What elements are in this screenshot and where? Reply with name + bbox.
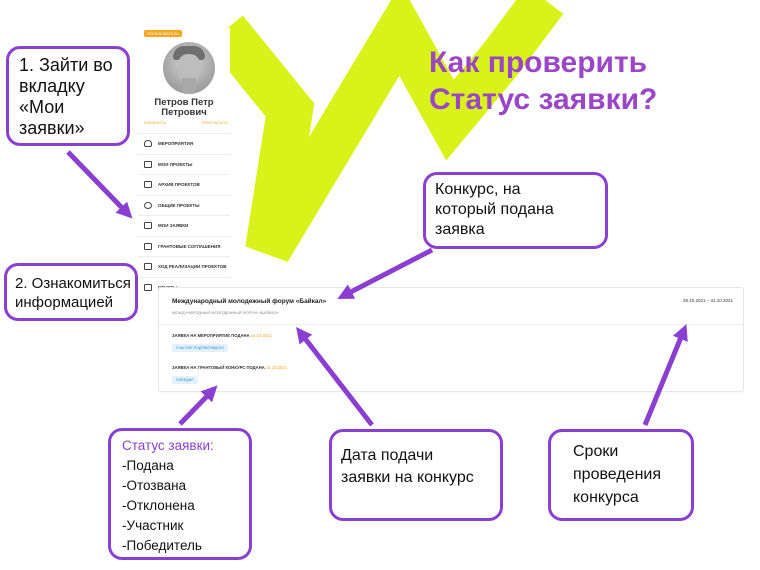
grant-application-row: ЗАЯВКА НА ГРАНТОВЫЙ КОНКУРС ПОДАНА 15.10… [172,365,287,370]
edit-profile-link[interactable]: ИЗМЕНИТЬ [144,120,166,125]
sidebar-item-my-applications[interactable]: МОИ ЗАЯВКИ [138,215,230,236]
users-icon [144,201,152,209]
card-divider [159,324,743,325]
grant-application-date: 15.10.2021 [265,365,287,370]
sidebar-item-my-projects[interactable]: МОИ ПРОЕКТЫ [138,153,230,175]
progress-icon [144,263,152,271]
page-title: Как проверить Статус заявки? [429,44,657,118]
arrow-step-1 [66,150,133,219]
profile-sidebar: ПОЛЬЗОВАТЕЛЬ Петров Петр Петрович ИЗМЕНИ… [138,28,230,291]
event-subtitle: МЕЖДУНАРОДНЫЙ МОЛОДЕЖНЫЙ ФОРУМ «БАЙКАЛ» [172,310,279,315]
callout-step-1-text: 1. Зайти во вкладку «Мои заявки» [19,55,113,138]
status-badge-confirmed: УЧАСТИЕ ПОДТВЕРЖДЕНО [172,344,229,352]
sidebar-item-label: МОИ ЗАЯВКИ [158,223,189,229]
callout-status: Статус заявки: -Подана -Отозвана -Отклон… [108,428,252,560]
sidebar-item-label: МЕРОПРИЯТИЯ [158,141,194,147]
callout-period: Сроки проведения конкурса [548,429,694,521]
callout-step-1: 1. Зайти во вкладку «Мои заявки» [6,46,130,146]
event-dates: 28.10.2021 – 31.10.2021 [682,298,733,303]
callout-status-list: -Подана -Отозвана -Отклонена -Участник -… [122,458,202,553]
profile-actions: ИЗМЕНИТЬ ПРИГЛАСИТЬ [144,120,228,125]
sidebar-item-archive[interactable]: АРХИВ ПРОЕКТОВ [138,174,230,195]
callout-contest-text: Конкурс, на который подана заявка [435,181,554,238]
sidebar-menu: МЕРОПРИЯТИЯ МОИ ПРОЕКТЫ АРХИВ ПРОЕКТОВ О… [138,133,230,297]
event-application-row: ЗАЯВКА НА МЕРОПРИЯТИЕ ПОДАНА 14.10.2021 [172,333,272,338]
event-application-label: ЗАЯВКА НА МЕРОПРИЯТИЕ ПОДАНА [172,333,250,338]
checkbox-icon [144,222,152,230]
page-title-line2: Статус заявки? [429,83,658,116]
sidebar-item-label: ГРАНТОВЫЕ СОГЛАШЕНИЯ [158,243,221,249]
bulb-icon [144,140,152,148]
page-title-line1: Как проверить [429,46,648,79]
application-card[interactable]: Международный молодежный форум «Байкал» … [158,287,744,392]
projects-icon [144,160,152,168]
grant-application-label: ЗАЯВКА НА ГРАНТОВЫЙ КОНКУРС ПОДАНА [172,365,265,370]
sidebar-item-label: ОБЩИЕ ПРОЕКТЫ [158,202,200,208]
sidebar-item-progress[interactable]: ХОД РЕАЛИЗАЦИИ ПРОЕКТОВ [138,256,230,277]
report-icon [144,283,152,291]
arrow-status [178,385,218,426]
event-application-date: 14.10.2021 [250,333,272,338]
sidebar-item-label: АРХИВ ПРОЕКТОВ [158,182,200,188]
role-badge: ПОЛЬЗОВАТЕЛЬ [144,30,182,37]
callout-period-text: Сроки проведения конкурса [573,443,661,506]
sidebar-item-grant-agreements[interactable]: ГРАНТОВЫЕ СОГЛАШЕНИЯ [138,235,230,257]
callout-submit-date-text: Дата подачи заявки на конкурс [341,447,474,486]
callout-contest: Конкурс, на который подана заявка [423,172,608,249]
sidebar-item-label: ХОД РЕАЛИЗАЦИИ ПРОЕКТОВ [158,264,227,270]
document-icon [144,242,152,250]
avatar [163,42,215,94]
callout-submit-date: Дата подачи заявки на конкурс [329,429,503,521]
sidebar-item-events[interactable]: МЕРОПРИЯТИЯ [138,133,230,154]
sidebar-item-shared-projects[interactable]: ОБЩИЕ ПРОЕКТЫ [138,194,230,216]
invite-link[interactable]: ПРИГЛАСИТЬ [202,120,228,125]
folder-icon [144,181,152,189]
sidebar-item-label: МОИ ПРОЕКТЫ [158,161,193,167]
status-badge-winner: ПОБЕДИЛ [172,376,198,384]
callout-status-title: Статус заявки: [122,438,214,453]
user-name-line2: Петрович [161,107,207,118]
callout-step-2-text: 2. Ознакомиться информацией [15,275,131,311]
event-title: Международный молодежный форум «Байкал» [172,298,327,305]
user-name: Петров Петр Петрович [138,98,230,118]
callout-step-2: 2. Ознакомиться информацией [4,263,138,321]
